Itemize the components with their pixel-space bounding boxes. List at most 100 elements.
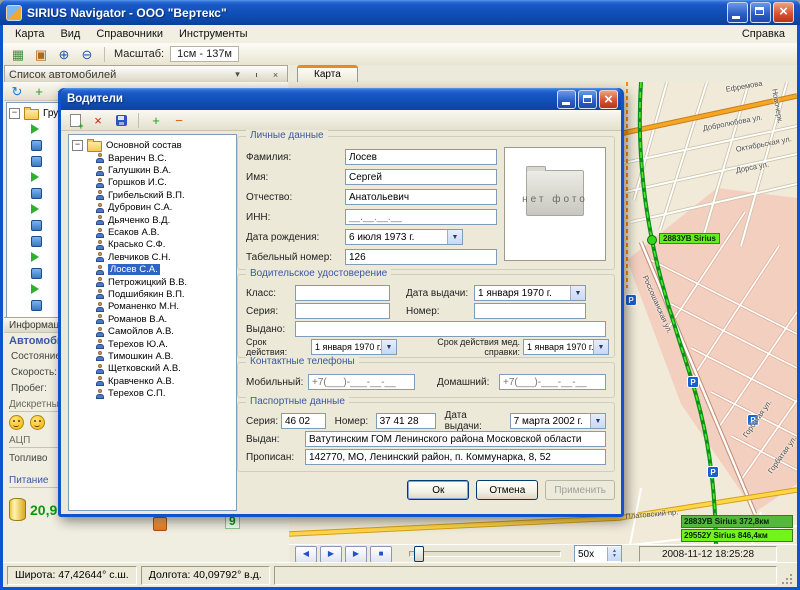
dialog-maximize-icon[interactable] — [578, 90, 597, 109]
chevron-down-icon[interactable]: ▾ — [230, 67, 245, 82]
menu-item-3[interactable]: Справочники — [88, 27, 171, 41]
menu-item-1[interactable]: Карта — [7, 27, 52, 41]
cancel-button[interactable]: Отмена — [476, 480, 538, 500]
driver-item[interactable]: Романов В.А. — [72, 313, 236, 325]
menu-item-help[interactable]: Справка — [734, 27, 793, 41]
dialog-title-bar[interactable]: Водители — [61, 88, 621, 110]
driver-photo-box[interactable]: нет фото — [504, 147, 606, 261]
person-icon — [96, 339, 105, 349]
driver-item[interactable]: Есаков А.В. — [72, 226, 236, 238]
driver-item[interactable]: Терехов С.П. — [72, 387, 236, 399]
menu-item-2[interactable]: Вид — [52, 27, 88, 41]
expander-icon[interactable] — [72, 140, 83, 151]
drivers-tree-root[interactable]: Основной состав — [72, 138, 236, 152]
address-field[interactable]: 142770, МО, Ленинский район, п. Коммунар… — [305, 449, 606, 465]
folder-icon — [87, 141, 102, 152]
save-icon — [116, 115, 127, 126]
driver-item[interactable]: Петрожицкий В.В. — [72, 276, 236, 288]
minimize-icon[interactable] — [727, 2, 748, 23]
personnel-number-field[interactable]: 126 — [345, 249, 497, 265]
dropdown-arrow-icon[interactable] — [381, 340, 396, 354]
dropdown-arrow-icon[interactable] — [590, 414, 605, 428]
license-class-field[interactable] — [295, 285, 390, 301]
patronymic-field[interactable]: Анатольевич — [345, 189, 497, 205]
passport-series-field[interactable]: 46 02 — [281, 413, 326, 429]
driver-item[interactable]: Галушкин В.А. — [72, 164, 236, 176]
birthdate-picker[interactable]: 6 июля 1973 г. — [345, 229, 463, 245]
play-button[interactable]: ▶ — [320, 546, 342, 563]
driver-item[interactable]: Левчиков С.Н. — [72, 251, 236, 263]
name-field[interactable]: Сергей — [345, 169, 497, 185]
spinner-arrows-icon[interactable]: ▲▼ — [607, 547, 621, 561]
zoom-out-icon[interactable]: ⊖ — [77, 45, 97, 63]
pin-icon[interactable] — [249, 67, 264, 82]
add-vehicle-icon[interactable]: + — [29, 82, 49, 100]
med-valid-picker[interactable]: 1 января 1970 г. — [523, 339, 609, 355]
driver-item[interactable]: Красько С.Ф. — [72, 239, 236, 251]
dialog-close-icon[interactable] — [599, 90, 618, 109]
driver-item[interactable]: Кравченко А.В. — [72, 375, 236, 387]
mobile-phone-field[interactable]: +7(___)-___-__-__ — [308, 374, 415, 390]
ok-button[interactable]: Ок — [407, 480, 469, 500]
expander-icon[interactable] — [9, 108, 20, 119]
driver-item[interactable]: Щетковский А.В. — [72, 363, 236, 375]
driver-item[interactable]: Варенич В.С. — [72, 152, 236, 164]
driver-item[interactable]: Грибельский В.П. — [72, 189, 236, 201]
passport-number-field[interactable]: 37 41 28 — [376, 413, 436, 429]
license-number-field[interactable] — [474, 303, 586, 319]
expand-all-icon[interactable]: + — [146, 111, 166, 129]
driver-item[interactable]: Лосев С.А. — [72, 264, 236, 276]
layers-icon[interactable]: ▣ — [31, 45, 51, 63]
stop-button[interactable]: ■ — [370, 546, 392, 563]
driver-name: Есаков А.В. — [108, 227, 159, 238]
passport-issued-field[interactable]: Ватутинским ГОМ Ленинского района Москов… — [305, 431, 606, 447]
surname-field[interactable]: Лосев — [345, 149, 497, 165]
toolbar-icons: ▦▣⊕⊖ — [8, 45, 97, 63]
playback-speed-value: 50x — [575, 549, 607, 560]
add-driver-icon[interactable] — [65, 111, 85, 129]
driver-item[interactable]: Дьяченко В.Д. — [72, 214, 236, 226]
driver-item[interactable]: Тимошкин А.В. — [72, 350, 236, 362]
save-icon[interactable] — [111, 111, 131, 129]
to-start-button[interactable]: ◀ — [295, 546, 317, 563]
zoom-in-icon[interactable]: ⊕ — [54, 45, 74, 63]
delete-driver-icon[interactable]: × — [88, 111, 108, 129]
driver-item[interactable]: Терехов Ю.А. — [72, 338, 236, 350]
tab-map[interactable]: Карта — [297, 65, 358, 83]
map-icon[interactable]: ▦ — [8, 45, 28, 63]
driver-name: Дубровин С.А. — [108, 202, 172, 213]
driver-item[interactable]: Романенко М.Н. — [72, 301, 236, 313]
license-valid-picker[interactable]: 1 января 1970 г. — [311, 339, 397, 355]
dropdown-arrow-icon[interactable] — [570, 286, 585, 300]
vehicle-marker-label: 2883УВ Sirius — [659, 233, 720, 244]
driver-item[interactable]: Горшков И.С. — [72, 177, 236, 189]
dialog-toolbar: × +− — [61, 110, 621, 131]
license-issue-date-picker[interactable]: 1 января 1970 г. — [474, 285, 586, 301]
driver-item[interactable]: Дубровин С.А. — [72, 202, 236, 214]
menu-item-4[interactable]: Инструменты — [171, 27, 256, 41]
resize-grip[interactable] — [781, 573, 793, 585]
home-phone-field[interactable]: +7(___)-___-__-__ — [499, 374, 606, 390]
drivers-tree[interactable]: Основной состав Варенич В.С.Галушкин В.А… — [68, 134, 237, 511]
dropdown-arrow-icon[interactable] — [447, 230, 462, 244]
close-panel-icon[interactable]: × — [268, 67, 283, 82]
maximize-icon[interactable] — [750, 2, 771, 23]
collapse-all-icon[interactable]: − — [169, 111, 189, 129]
slider-thumb[interactable] — [414, 546, 424, 562]
scale-value: 1см - 137м — [170, 46, 239, 62]
dialog-minimize-icon[interactable] — [557, 90, 576, 109]
to-end-button[interactable]: ▶ — [345, 546, 367, 563]
passport-issue-date-picker[interactable]: 7 марта 2002 г. — [510, 413, 606, 429]
vehicles-panel-title: Список автомобилей — [9, 69, 116, 81]
title-bar[interactable]: SIRIUS Navigator - ООО "Вертекс" — [0, 0, 800, 25]
license-issued-field[interactable] — [295, 321, 606, 337]
playback-slider[interactable] — [409, 551, 561, 557]
driver-item[interactable]: Подшибякин В.П. — [72, 288, 236, 300]
driver-item[interactable]: Самойлов А.В. — [72, 325, 236, 337]
playback-speed-select[interactable]: 50x ▲▼ — [574, 545, 622, 563]
license-series-field[interactable] — [295, 303, 390, 319]
inn-field[interactable]: __.__.__.__ — [345, 209, 497, 225]
close-icon[interactable] — [773, 2, 794, 23]
dropdown-arrow-icon[interactable] — [593, 340, 608, 354]
refresh-icon[interactable]: ↻ — [7, 82, 27, 100]
